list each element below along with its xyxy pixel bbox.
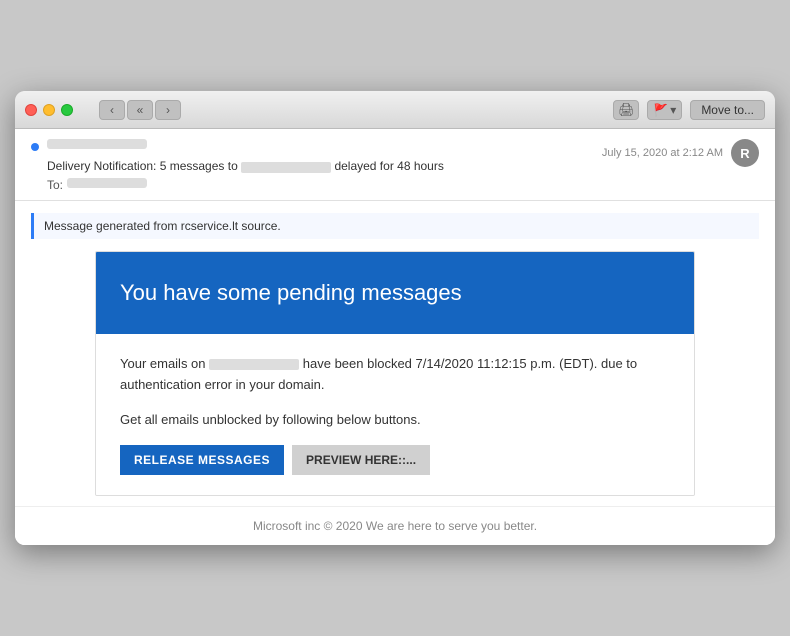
- nav-back-double-button[interactable]: «: [127, 100, 153, 120]
- date-avatar-block: July 15, 2020 at 2:12 AM R: [602, 139, 759, 167]
- to-label: To:: [47, 178, 63, 192]
- close-button[interactable]: [25, 104, 37, 116]
- flag-button[interactable]: 🚩 ▾: [647, 100, 682, 120]
- nav-buttons: ‹ « ›: [99, 100, 181, 120]
- recipient-redacted: [241, 162, 331, 173]
- maximize-button[interactable]: [61, 104, 73, 116]
- email-container: Delivery Notification: 5 messages to del…: [15, 129, 775, 544]
- email-header-row: Delivery Notification: 5 messages to del…: [31, 139, 759, 192]
- email-body: PCFLOG Message generated from rcservice.…: [15, 213, 775, 544]
- sender-block: Delivery Notification: 5 messages to del…: [31, 139, 444, 192]
- email-window: ‹ « › 🖨 🚩 ▾ Move to...: [15, 91, 775, 544]
- email-content-card: You have some pending messages Your emai…: [95, 251, 695, 495]
- release-messages-button[interactable]: RELEASE MESSAGES: [120, 445, 284, 475]
- move-to-button[interactable]: Move to...: [690, 100, 765, 120]
- unread-dot: [31, 143, 39, 151]
- traffic-lights: [25, 104, 73, 116]
- print-button[interactable]: 🖨: [613, 100, 639, 120]
- titlebar: ‹ « › 🖨 🚩 ▾ Move to...: [15, 91, 775, 129]
- flag-icon: 🚩: [653, 103, 668, 117]
- email-footer: Microsoft inc © 2020 We are here to serv…: [15, 506, 775, 545]
- card-body-para2: Get all emails unblocked by following be…: [120, 410, 670, 431]
- minimize-button[interactable]: [43, 104, 55, 116]
- notice-text: Message generated from rcservice.lt sour…: [44, 219, 281, 233]
- card-body: Your emails on have been blocked 7/14/20…: [96, 334, 694, 494]
- sender-info: Delivery Notification: 5 messages to del…: [47, 139, 444, 192]
- notice-bar: Message generated from rcservice.lt sour…: [31, 213, 759, 239]
- flag-dropdown-icon: ▾: [670, 103, 676, 117]
- footer-text: Microsoft inc © 2020 We are here to serv…: [253, 519, 537, 533]
- card-body-para1: Your emails on have been blocked 7/14/20…: [120, 354, 670, 396]
- email-subject: Delivery Notification: 5 messages to del…: [47, 158, 444, 175]
- card-header: You have some pending messages: [96, 252, 694, 334]
- print-icon: 🖨: [618, 102, 635, 118]
- sender-name-redacted: [47, 139, 147, 149]
- to-line: To:: [47, 178, 444, 192]
- email-header: Delivery Notification: 5 messages to del…: [15, 129, 775, 201]
- card-buttons: RELEASE MESSAGES PREVIEW HERE::...: [120, 445, 670, 475]
- to-redacted: [67, 178, 147, 188]
- email-date: July 15, 2020 at 2:12 AM: [602, 147, 723, 159]
- nav-forward-button[interactable]: ›: [155, 100, 181, 120]
- card-header-text: You have some pending messages: [120, 280, 670, 306]
- blocked-email-redacted: [209, 359, 299, 370]
- avatar: R: [731, 139, 759, 167]
- preview-here-button[interactable]: PREVIEW HERE::...: [292, 445, 430, 475]
- nav-back-button[interactable]: ‹: [99, 100, 125, 120]
- titlebar-right: 🖨 🚩 ▾ Move to...: [613, 100, 765, 120]
